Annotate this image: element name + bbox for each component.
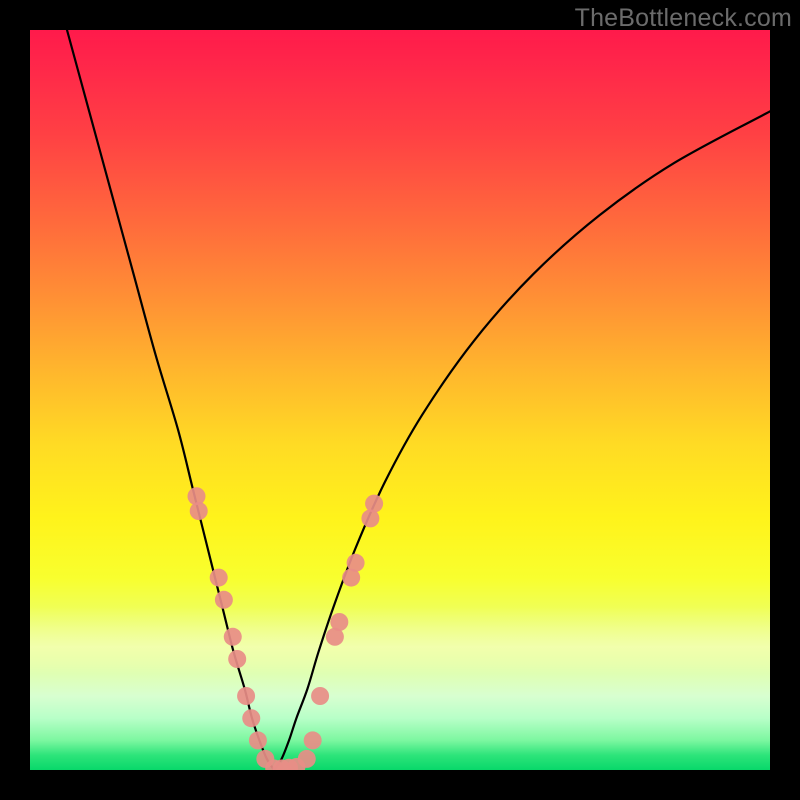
- data-point: [311, 687, 329, 705]
- data-point: [224, 628, 242, 646]
- plot-area: [30, 30, 770, 770]
- chart-frame: TheBottleneck.com: [0, 0, 800, 800]
- data-point: [228, 650, 246, 668]
- data-point: [210, 569, 228, 587]
- curve-right-branch: [274, 111, 770, 770]
- data-point: [237, 687, 255, 705]
- data-point: [249, 731, 267, 749]
- chart-svg: [30, 30, 770, 770]
- data-point: [242, 709, 260, 727]
- data-point: [347, 554, 365, 572]
- watermark-label: TheBottleneck.com: [575, 4, 792, 33]
- data-points: [188, 487, 384, 770]
- data-point: [190, 502, 208, 520]
- data-point: [298, 750, 316, 768]
- data-point: [215, 591, 233, 609]
- data-point: [365, 495, 383, 513]
- data-point: [330, 613, 348, 631]
- data-point: [304, 731, 322, 749]
